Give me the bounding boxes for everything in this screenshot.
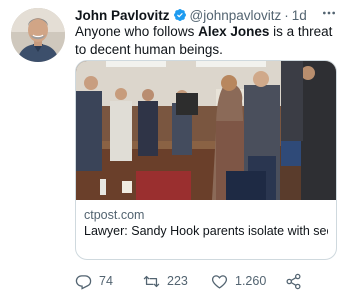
display-name[interactable]: John Pavlovitz: [75, 8, 170, 23]
share-button[interactable]: [285, 273, 315, 290]
more-options-icon[interactable]: [320, 4, 338, 22]
reply-count: 74: [99, 274, 113, 288]
card-meta: ctpost.com Lawyer: Sandy Hook parents is…: [84, 207, 328, 239]
timestamp[interactable]: 1d: [292, 8, 307, 23]
reply-icon: [75, 274, 92, 290]
tweet-header: John Pavlovitz @johnpavlovitz · 1d: [75, 6, 320, 24]
tweet-text-mention: Alex Jones: [198, 24, 270, 39]
retweet-icon: [143, 275, 160, 287]
like-button[interactable]: 1.260: [211, 273, 285, 290]
separator-dot: ·: [284, 7, 289, 23]
like-count: 1.260: [235, 274, 267, 288]
author-handle[interactable]: @johnpavlovitz: [190, 8, 282, 23]
card-title: Lawyer: Sandy Hook parents isolate with …: [84, 224, 328, 238]
retweet-count: 223: [167, 274, 188, 288]
card-domain: ctpost.com: [84, 208, 145, 222]
reply-button[interactable]: 74: [75, 273, 143, 290]
verified-badge-icon: [173, 9, 186, 21]
share-icon: [286, 273, 301, 289]
tweet-text-part1: Anyone who follows: [75, 24, 199, 39]
tweet[interactable]: John Pavlovitz @johnpavlovitz · 1d Anyon…: [0, 0, 350, 298]
tweet-text: Anyone who follows Alex Jones is a threa…: [75, 23, 337, 59]
avatar[interactable]: [11, 8, 65, 62]
card-image: [76, 61, 336, 200]
action-bar: 74 223 1.260: [75, 270, 345, 292]
heart-icon: [211, 274, 228, 289]
link-card[interactable]: ctpost.com Lawyer: Sandy Hook parents is…: [75, 60, 337, 260]
retweet-button[interactable]: 223: [143, 273, 211, 290]
